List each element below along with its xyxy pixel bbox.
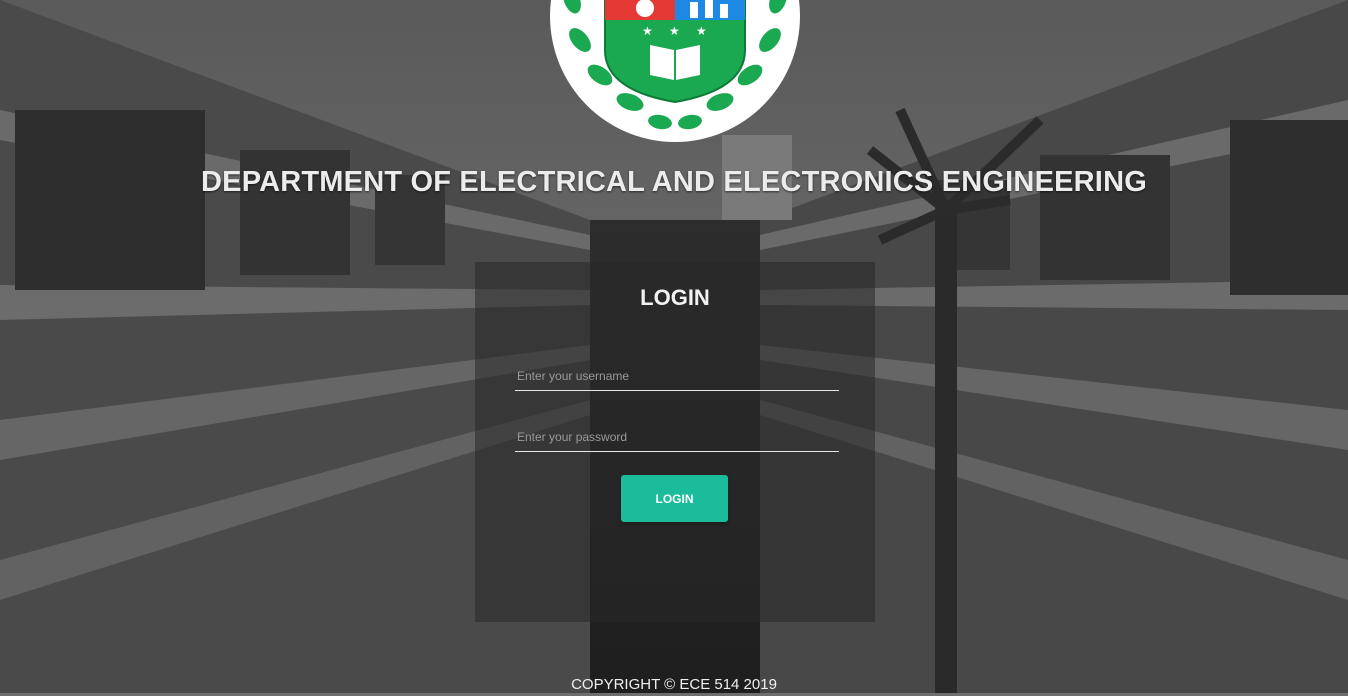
password-input[interactable] (515, 422, 839, 452)
login-panel: LOGIN LOGIN (475, 262, 875, 622)
username-input[interactable] (515, 361, 839, 391)
svg-text:★: ★ (696, 24, 707, 38)
copyright-text: COPYRIGHT © ECE 514 2019 (571, 676, 777, 693)
book-icon (650, 45, 674, 80)
login-heading: LOGIN (640, 285, 710, 310)
svg-text:★: ★ (669, 24, 680, 38)
svg-text:★: ★ (642, 24, 653, 38)
department-title: DEPARTMENT OF ELECTRICAL AND ELECTRONICS… (201, 166, 1147, 198)
university-crest-logo: ★ ★ ★ (550, 0, 800, 142)
login-page: ★ ★ ★ DEPARTMENT OF ELECTRICAL AND ELECT… (0, 0, 1348, 696)
login-button[interactable]: LOGIN (621, 475, 728, 522)
